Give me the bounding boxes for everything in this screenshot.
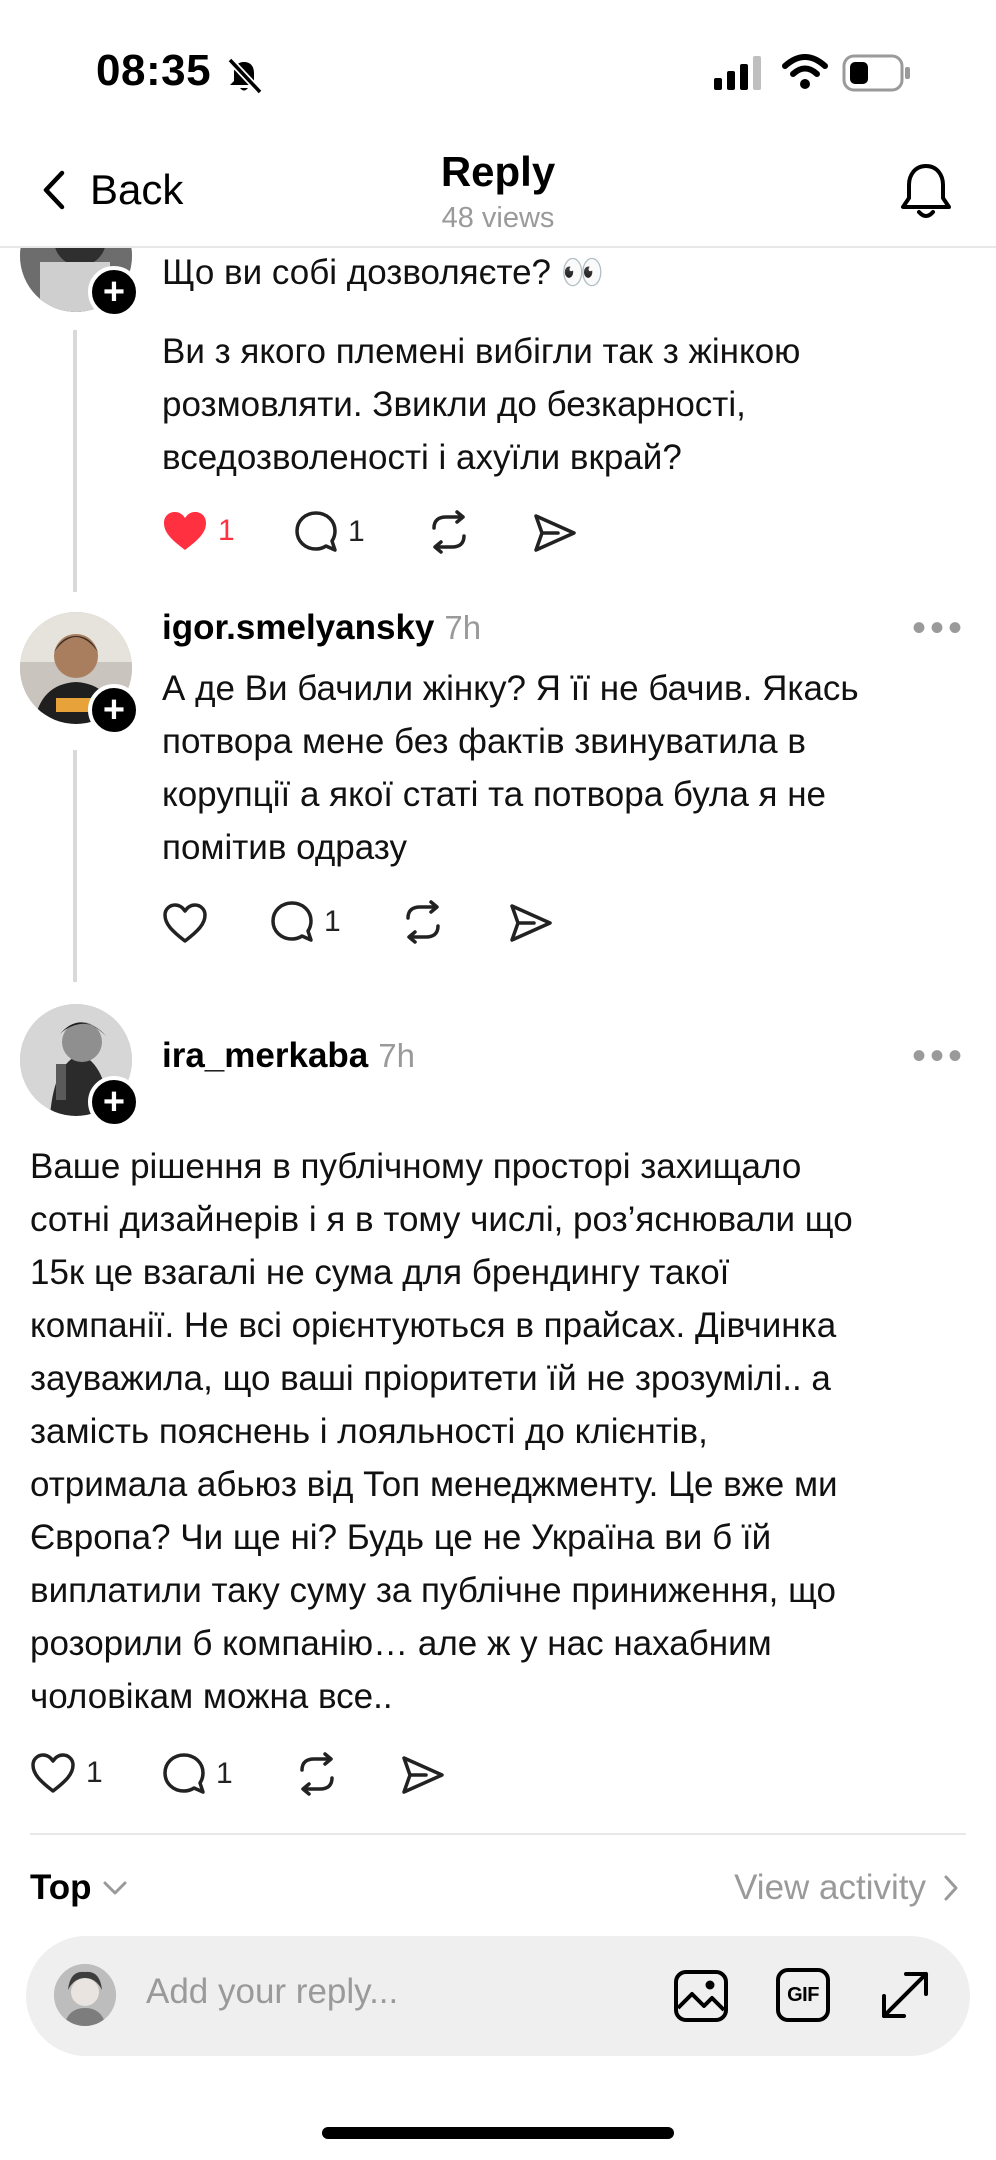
more-options-button[interactable]: ••• [912, 606, 966, 651]
post-line: зауважила, що ваші пріоритети їй не зроз… [30, 1359, 831, 1398]
share-icon[interactable] [532, 512, 578, 554]
username[interactable]: ira_merkaba [162, 1036, 368, 1076]
comment-count: 1 [216, 1757, 233, 1790]
post-line: сотні дизайнерів і я в тому числі, роз’я… [30, 1200, 853, 1239]
post-line: А де Ви бачили жінку? Я її не бачив. Яка… [162, 669, 859, 708]
like-count: 1 [86, 1756, 103, 1789]
status-time: 08:35 [96, 46, 212, 95]
post-line: виплатили таку суму за публічне принижен… [30, 1571, 836, 1610]
post-age: 7h [378, 1037, 415, 1074]
post-line: замість пояснень і лояльності до клієнті… [30, 1412, 708, 1451]
comment-count: 1 [324, 905, 341, 938]
post-line: чоловікам можна все.. [30, 1677, 393, 1716]
post-line: вседозволеності і ахуїли вкрай? [162, 438, 682, 477]
thread-line [73, 750, 77, 982]
gif-label: GIF [787, 1983, 819, 2006]
share-icon[interactable] [508, 902, 554, 944]
comment-icon [271, 901, 313, 942]
post-header: igor.smelyansky 7h [162, 608, 481, 648]
like-button[interactable]: 1 [162, 510, 235, 552]
wifi-icon [782, 54, 828, 89]
follow-plus-button[interactable]: + [88, 684, 140, 736]
comment-icon [295, 511, 337, 552]
repost-icon[interactable] [400, 900, 446, 944]
post-line: отримала абьюз від Топ менеджменту. Це в… [30, 1465, 838, 1504]
battery-icon [842, 54, 910, 92]
signal-icon [714, 56, 761, 90]
comment-button[interactable]: 1 [270, 900, 341, 944]
view-activity-label: View activity [734, 1868, 926, 1907]
like-count: 1 [218, 514, 235, 547]
home-indicator[interactable] [322, 2127, 674, 2139]
chevron-right-icon [944, 1875, 958, 1901]
post-body: Ви з якого племені вибігли так з жінкою … [162, 325, 800, 484]
heart-icon[interactable] [162, 902, 208, 944]
comment-button[interactable]: 1 [294, 510, 365, 554]
user-avatar [54, 1964, 116, 2026]
expand-icon[interactable] [876, 1966, 934, 2024]
repost-icon[interactable] [294, 1752, 340, 1796]
sort-label: Top [30, 1868, 92, 1907]
thread-line [73, 330, 77, 592]
post-body: Ваше рішення в публічному просторі захищ… [30, 1140, 853, 1723]
gif-button[interactable]: GIF [776, 1968, 830, 2022]
heart-filled-icon [164, 512, 206, 550]
post-line: розорили б компанію… але ж у нас нахабни… [30, 1624, 772, 1663]
reply-input[interactable]: Add your reply... [146, 1972, 398, 2012]
bell-muted-icon [227, 57, 263, 95]
post-header: ira_merkaba 7h [162, 1036, 415, 1076]
follow-plus-button[interactable]: + [88, 266, 140, 318]
sort-dropdown[interactable]: Top [30, 1868, 128, 1908]
post-body: А де Ви бачили жінку? Я її не бачив. Яка… [162, 662, 859, 874]
post-line: 15к це взагалі не сума для брендингу так… [30, 1253, 730, 1292]
post-line: компанії. Не всі орієнтуються в прайсах.… [30, 1306, 837, 1345]
comment-icon [163, 1753, 205, 1794]
username[interactable]: igor.smelyansky [162, 608, 434, 648]
more-options-button[interactable]: ••• [912, 1034, 966, 1079]
notification-bell-icon[interactable] [896, 160, 956, 224]
comment-button[interactable]: 1 [162, 1752, 233, 1796]
view-count: 48 views [441, 202, 555, 234]
post-text: Що ви собі дозволяєте? 👀 [162, 253, 605, 292]
post-line: Європа? Чи ще ні? Будь це не Україна ви … [30, 1518, 772, 1557]
post-line: помітив одразу [162, 828, 407, 867]
heart-icon [31, 1753, 75, 1793]
share-icon[interactable] [400, 1754, 446, 1796]
like-button[interactable]: 1 [30, 1752, 103, 1794]
post-line: розмовляти. Звикли до безкарності, [162, 385, 746, 424]
view-activity-link[interactable]: View activity [734, 1868, 960, 1908]
image-attach-icon[interactable] [672, 1968, 730, 2024]
comment-count: 1 [348, 515, 365, 548]
post-line: корупції а якої статі та потвора була я … [162, 775, 827, 814]
follow-plus-button[interactable]: + [88, 1076, 140, 1128]
repost-icon[interactable] [426, 510, 472, 554]
post-line: Ви з якого племені вибігли так з жінкою [162, 332, 801, 371]
page-title: Reply [440, 148, 556, 195]
chevron-down-icon [103, 1881, 127, 1895]
post-line: потвора мене без фактів звинуватила в [162, 722, 806, 761]
post-line: Ваше рішення в публічному просторі захищ… [30, 1147, 802, 1186]
post-age: 7h [444, 609, 482, 646]
section-divider [30, 1833, 966, 1835]
